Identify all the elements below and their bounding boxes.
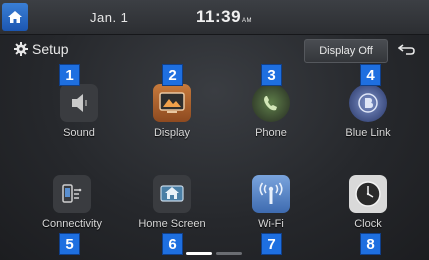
menu-item-label: Sound	[63, 127, 95, 139]
callout-badge: 1	[59, 64, 80, 86]
back-button[interactable]	[392, 39, 422, 61]
wifi-icon	[252, 175, 290, 213]
menu-item-label: Blue Link	[345, 127, 391, 139]
speaker-icon	[60, 84, 98, 122]
gear-icon	[14, 42, 28, 56]
callout-badge: 8	[360, 233, 381, 255]
status-bar: Jan. 1 11:39AM	[0, 0, 429, 35]
callout-badge: 3	[261, 64, 282, 86]
display-off-button[interactable]: Display Off	[304, 39, 388, 63]
callout-badge: 7	[261, 233, 282, 255]
time-display: 11:39AM	[196, 7, 252, 27]
menu-item-clock[interactable]: Clock	[318, 155, 418, 231]
menu-item-label: Connectivity	[42, 218, 102, 230]
am-pm-indicator: AM	[242, 18, 253, 24]
connectivity-icon	[53, 175, 91, 213]
setup-label: Setup	[32, 41, 69, 57]
blue-link-icon	[349, 84, 387, 122]
menu-item-wifi[interactable]: Wi-Fi	[221, 155, 321, 231]
callout-badge: 2	[162, 64, 183, 86]
menu-item-label: Home Screen	[138, 218, 206, 230]
menu-item-home-screen[interactable]: Home Screen	[122, 155, 222, 231]
back-arrow-icon	[398, 44, 415, 55]
menu-item-label: Phone	[255, 127, 287, 139]
display-icon	[153, 84, 191, 122]
home-button[interactable]	[2, 3, 28, 31]
home-icon	[8, 11, 22, 23]
callout-badge: 4	[360, 64, 381, 86]
home-screen-icon	[153, 175, 191, 213]
callout-badge: 6	[162, 233, 183, 255]
setup-screen: Jan. 1 11:39AM Setup Display Off Sound D…	[0, 0, 429, 260]
menu-item-label: Clock	[354, 218, 382, 230]
callout-badge: 5	[59, 233, 80, 255]
page-title: Setup	[14, 41, 69, 57]
menu-item-label: Wi-Fi	[258, 218, 284, 230]
page-dot-active	[186, 252, 212, 255]
page-dot	[216, 252, 242, 255]
menu-item-label: Display	[153, 127, 191, 139]
menu-item-connectivity[interactable]: Connectivity	[22, 155, 122, 231]
header-row: Setup Display Off	[0, 36, 429, 64]
date-display: Jan. 1	[90, 10, 129, 25]
time-value: 11:39	[196, 7, 242, 26]
phone-icon	[252, 84, 290, 122]
clock-icon	[349, 175, 387, 213]
